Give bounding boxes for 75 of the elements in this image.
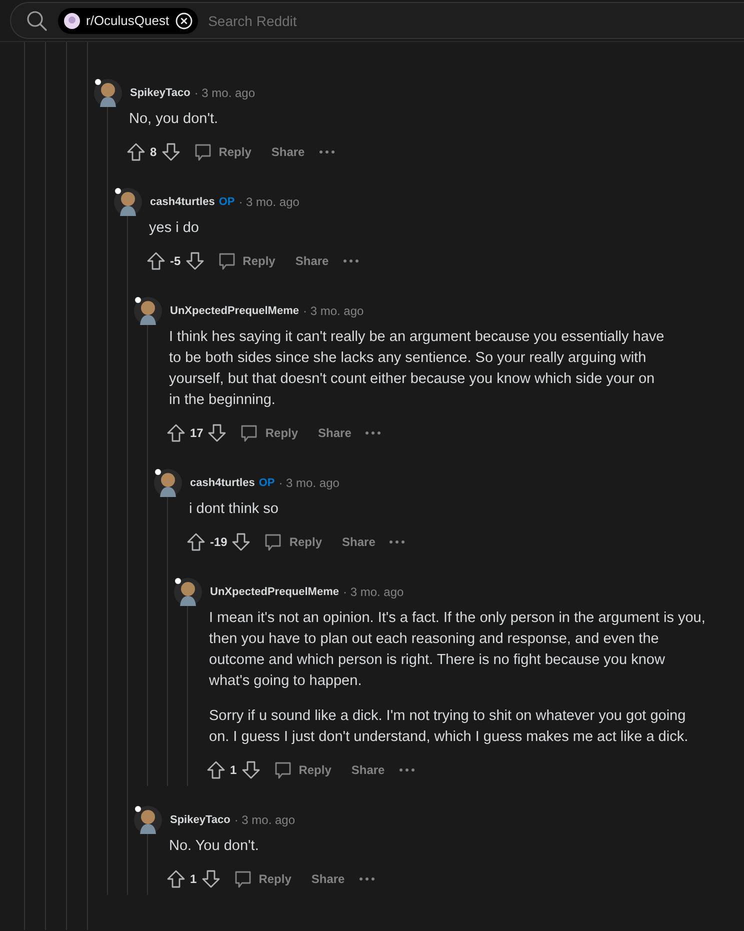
search-icon	[26, 10, 48, 32]
username[interactable]: SpikeyTaco	[130, 87, 190, 99]
downvote-icon[interactable]	[240, 760, 261, 780]
vote-count: 1	[190, 872, 197, 886]
share-button[interactable]: Share	[287, 250, 337, 272]
downvote-icon[interactable]	[231, 532, 252, 552]
downvote-icon[interactable]	[184, 251, 205, 271]
avatar-icon[interactable]	[174, 578, 202, 606]
username[interactable]: cash4turtles	[150, 196, 215, 208]
upvote-icon[interactable]	[166, 869, 186, 889]
upvote-icon[interactable]	[146, 251, 166, 271]
op-label: OP	[218, 196, 235, 208]
timestamp: · 3 mo. ago	[194, 86, 256, 100]
comment-text: yes i do	[149, 219, 200, 238]
avatar-icon[interactable]	[134, 297, 162, 325]
vote-count: 17	[190, 426, 204, 440]
downvote-icon[interactable]	[200, 869, 221, 889]
more-options-icon[interactable]	[358, 877, 375, 881]
upvote-icon[interactable]	[186, 532, 206, 552]
vote-count: 1	[230, 763, 237, 777]
reply-button[interactable]: Reply	[224, 865, 300, 893]
share-button[interactable]: Share	[334, 531, 384, 553]
comment-icon	[263, 532, 284, 552]
upvote-icon[interactable]	[166, 423, 186, 443]
more-options-icon[interactable]	[398, 768, 415, 772]
avatar-icon[interactable]	[114, 188, 142, 216]
more-options-icon[interactable]	[342, 259, 359, 263]
more-options-icon[interactable]	[365, 431, 382, 435]
community-chip[interactable]: r/OculusQuest	[58, 8, 198, 34]
avatar-icon[interactable]	[134, 806, 162, 834]
comment-text: No. You don't.	[169, 837, 260, 856]
username[interactable]: cash4turtles	[190, 477, 255, 489]
search-field[interactable]: r/OculusQuest Search Reddit	[10, 2, 744, 39]
share-button[interactable]: Share	[343, 759, 393, 781]
timestamp: · 3 mo. ago	[302, 304, 364, 318]
vote-count: 8	[150, 145, 157, 159]
comment-icon	[239, 423, 260, 443]
comment-icon	[232, 869, 253, 889]
comment-text: I mean it's not an opinion. It's a fact. If the only person in the argument is you, then you have to plan out each reasoning and response, and even the outcome and which person is right. There is no fight because you know what's going to happen.	[209, 609, 706, 691]
more-options-icon[interactable]	[389, 540, 406, 544]
upvote-icon[interactable]	[206, 760, 226, 780]
reply-button[interactable]: Reply	[231, 419, 306, 447]
comment-text: I think hes saying it can't really be an argument because you essentially have to be both sides since she lacks any sentience. So your really arguing with yourself, but that doesn't count either because you know which side your on in the beginning.	[169, 328, 666, 410]
timestamp: · 3 mo. ago	[238, 195, 300, 209]
avatar-icon[interactable]	[154, 469, 182, 497]
comment-icon	[192, 142, 213, 162]
share-button[interactable]: Share	[310, 422, 360, 444]
timestamp: · 3 mo. ago	[234, 813, 296, 827]
upvote-icon[interactable]	[126, 142, 146, 162]
share-button[interactable]: Share	[263, 141, 313, 163]
comment-icon	[216, 251, 237, 271]
vote-count: -19	[210, 535, 228, 549]
username[interactable]: UnXpectedPrequelMeme	[210, 586, 339, 598]
comment-text: Sorry if u sound like a dick. I'm not trying to shit on whatever you got going on. I guess I just don't understand, which I guess makes me act like a dick.	[209, 707, 690, 747]
comment-icon	[272, 760, 293, 780]
vote-count: -5	[170, 254, 181, 268]
community-name: r/OculusQuest	[86, 13, 170, 28]
share-button[interactable]: Share	[303, 868, 353, 890]
timestamp: · 3 mo. ago	[342, 585, 404, 599]
downvote-icon[interactable]	[207, 423, 228, 443]
op-label: OP	[258, 477, 275, 489]
community-icon	[64, 12, 80, 28]
downvote-icon[interactable]	[160, 142, 181, 162]
timestamp: · 3 mo. ago	[278, 476, 340, 490]
avatar-icon[interactable]	[94, 79, 122, 107]
close-icon[interactable]	[175, 12, 194, 30]
username[interactable]: SpikeyTaco	[170, 814, 230, 826]
comment-text: i dont think so	[189, 500, 280, 519]
reply-button[interactable]: Reply	[264, 756, 340, 784]
reply-button[interactable]: Reply	[208, 247, 284, 275]
more-options-icon[interactable]	[318, 150, 335, 154]
reply-button[interactable]: Reply	[184, 138, 260, 166]
username[interactable]: UnXpectedPrequelMeme	[170, 305, 299, 317]
reply-button[interactable]: Reply	[255, 528, 330, 556]
comment-text: No, you don't.	[129, 110, 220, 129]
